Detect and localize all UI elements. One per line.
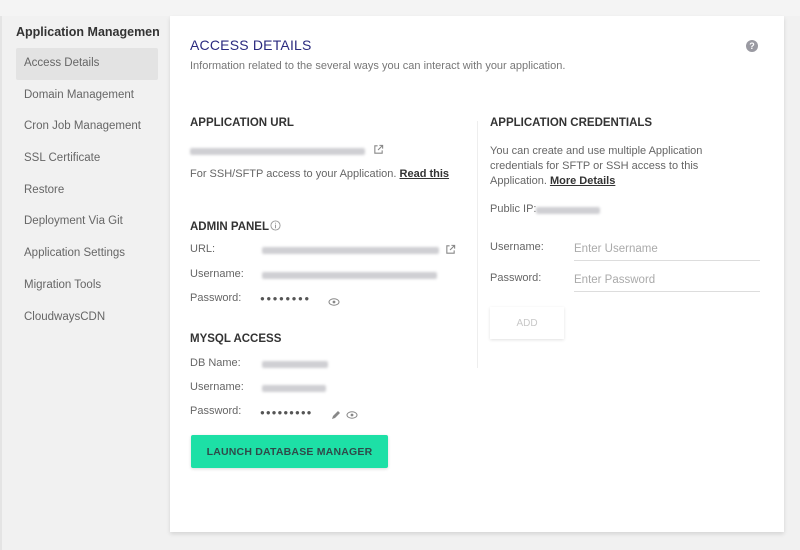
db-username-label: Username: — [190, 381, 244, 393]
external-link-icon[interactable] — [373, 144, 384, 155]
cred-username-label: Username: — [490, 241, 544, 253]
ssh-info-text: For SSH/SFTP access to your Application.… — [190, 168, 449, 180]
credentials-desc-line1: You can create and use multiple Applicat… — [490, 145, 703, 157]
public-ip-label: Public IP: — [490, 203, 537, 215]
sidebar-item-cloudwayscdn[interactable]: CloudwaysCDN — [16, 302, 158, 334]
db-name-label: DB Name: — [190, 357, 241, 369]
access-details-card: ? ACCESS DETAILS Information related to … — [170, 16, 784, 532]
cred-username-input[interactable] — [574, 243, 760, 261]
sidebar-item-ssl-certificate[interactable]: SSL Certificate — [16, 143, 158, 175]
add-credential-button[interactable]: ADD — [490, 307, 564, 339]
admin-password-mask: ●●●●●●●● — [260, 294, 311, 303]
db-eye-icon[interactable] — [346, 409, 358, 421]
db-username-value-redacted — [262, 385, 326, 392]
launch-database-manager-button[interactable]: LAUNCH DATABASE MANAGER — [191, 435, 388, 468]
credentials-desc-text: Application. — [490, 175, 547, 187]
sidebar-item-deployment-via-git[interactable]: Deployment Via Git — [16, 206, 158, 238]
page-subtitle: Information related to the several ways … — [190, 60, 566, 72]
db-name-value-redacted — [262, 361, 328, 368]
db-password-label: Password: — [190, 405, 242, 417]
sidebar-item-application-settings[interactable]: Application Settings — [16, 238, 158, 270]
credentials-desc-line2: credentials for SFTP or SSH access to th… — [490, 160, 699, 172]
cred-password-label: Password: — [490, 272, 542, 284]
sidebar-item-access-details[interactable]: Access Details — [16, 48, 158, 80]
application-url-value-redacted[interactable] — [190, 148, 365, 155]
left-edge — [0, 16, 2, 550]
credentials-desc-line3: Application. More Details — [490, 175, 615, 187]
page-title: ACCESS DETAILS — [190, 37, 312, 53]
admin-username-value-redacted — [262, 272, 437, 279]
admin-password-label: Password: — [190, 292, 242, 304]
sidebar-item-cron-job-management[interactable]: Cron Job Management — [16, 111, 158, 143]
read-this-link[interactable]: Read this — [400, 168, 450, 180]
admin-external-link-icon[interactable] — [445, 244, 456, 255]
sidebar-item-restore[interactable]: Restore — [16, 175, 158, 207]
application-url-heading: APPLICATION URL — [190, 117, 294, 129]
sidebar: Application Management Access Details Do… — [16, 22, 160, 333]
help-icon[interactable]: ? — [746, 40, 758, 52]
pencil-icon[interactable] — [330, 409, 342, 421]
db-password-mask: ●●●●●●●●● — [260, 408, 313, 417]
sidebar-item-domain-management[interactable]: Domain Management — [16, 80, 158, 112]
admin-panel-heading: ADMIN PANEL — [190, 221, 270, 233]
application-credentials-heading: APPLICATION CREDENTIALS — [490, 117, 653, 129]
top-strip — [0, 0, 800, 16]
column-divider — [477, 121, 478, 368]
sidebar-item-migration-tools[interactable]: Migration Tools — [16, 270, 158, 302]
eye-icon[interactable] — [328, 296, 340, 308]
more-details-link[interactable]: More Details — [550, 175, 615, 187]
admin-url-value-redacted[interactable] — [262, 247, 439, 254]
ssh-info-label: For SSH/SFTP access to your Application. — [190, 168, 397, 180]
admin-username-label: Username: — [190, 268, 244, 280]
admin-url-label: URL: — [190, 243, 216, 255]
mysql-access-heading: MYSQL ACCESS — [190, 333, 282, 345]
public-ip-value-redacted — [536, 207, 600, 214]
sidebar-title: Application Management — [16, 25, 160, 39]
info-icon[interactable] — [270, 220, 281, 231]
cred-password-input[interactable] — [574, 274, 760, 292]
